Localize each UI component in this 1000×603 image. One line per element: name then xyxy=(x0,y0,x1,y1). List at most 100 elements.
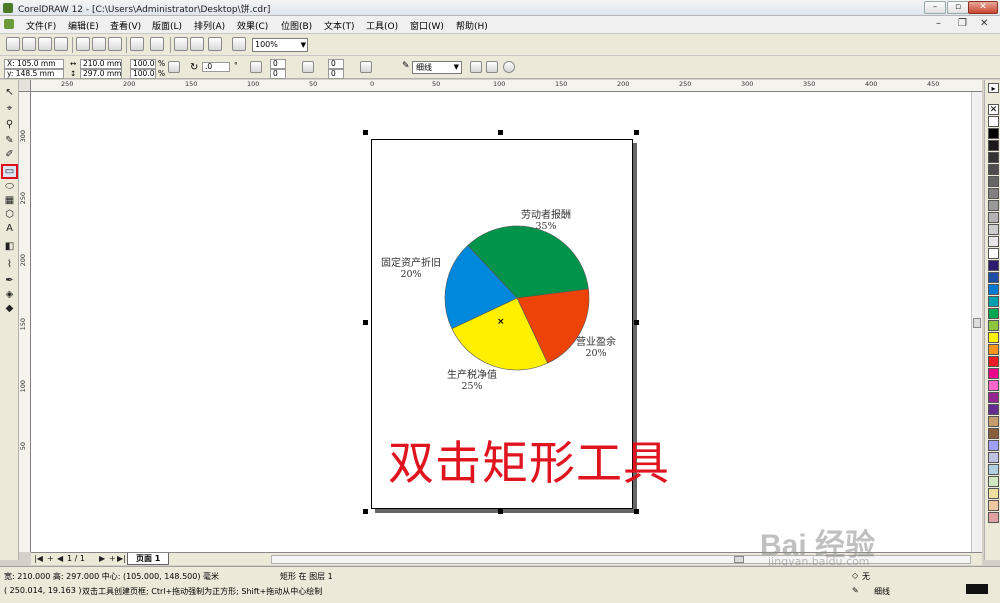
palette-swatch[interactable] xyxy=(988,464,999,475)
height-field[interactable]: 297.0 mm xyxy=(80,69,122,79)
selection-handle[interactable] xyxy=(634,509,639,514)
rectangle-tool-icon[interactable]: ▭ xyxy=(1,164,18,179)
copy-icon[interactable] xyxy=(92,37,106,51)
interactive-blend-tool-icon[interactable]: ◧ xyxy=(2,240,17,254)
corel-online-icon[interactable] xyxy=(232,37,246,51)
convert-to-curves-icon[interactable] xyxy=(503,61,515,73)
menu-help[interactable]: 帮助(H) xyxy=(456,19,488,32)
import-icon[interactable] xyxy=(174,37,188,51)
add-page-before-icon[interactable]: + xyxy=(47,554,54,563)
palette-swatch[interactable] xyxy=(988,320,999,331)
menu-file[interactable]: 文件(F) xyxy=(26,19,56,32)
page-tab[interactable]: 页面 1 xyxy=(127,553,170,565)
corner-radius-3[interactable]: 0 xyxy=(328,59,344,69)
close-button[interactable]: ✕ xyxy=(968,1,998,14)
add-page-after-icon[interactable]: + xyxy=(109,554,116,563)
basic-shapes-tool-icon[interactable]: ⬡ xyxy=(2,208,17,222)
print-icon[interactable] xyxy=(54,37,68,51)
text-tool-icon[interactable]: A xyxy=(2,222,17,236)
scale-x-field[interactable]: 100.0 xyxy=(130,59,156,69)
selection-handle[interactable] xyxy=(634,130,639,135)
no-fill-swatch[interactable]: ✕ xyxy=(988,104,999,115)
palette-swatch[interactable] xyxy=(988,248,999,259)
mirror-horizontal-icon[interactable] xyxy=(250,61,262,73)
application-launcher-icon[interactable] xyxy=(208,37,222,51)
palette-swatch[interactable] xyxy=(988,188,999,199)
palette-swatch[interactable] xyxy=(988,128,999,139)
palette-swatch[interactable] xyxy=(988,272,999,283)
palette-swatch[interactable] xyxy=(988,368,999,379)
rotation-field[interactable]: .0 xyxy=(202,62,230,72)
doc-close-icon[interactable]: ✕ xyxy=(980,18,988,29)
corner-radius-1[interactable]: 0 xyxy=(270,59,286,69)
last-page-icon[interactable]: ▶| xyxy=(117,554,126,563)
palette-swatch[interactable] xyxy=(988,164,999,175)
first-page-icon[interactable]: |◀ xyxy=(34,554,43,563)
palette-swatch[interactable] xyxy=(988,404,999,415)
round-corners-lock-icon[interactable] xyxy=(302,61,314,73)
freehand-tool-icon[interactable]: ✎ xyxy=(2,134,17,148)
vertical-ruler[interactable]: 300 250 200 150 100 50 xyxy=(19,92,31,552)
cut-icon[interactable] xyxy=(76,37,90,51)
minimize-button[interactable]: – xyxy=(924,1,946,14)
palette-swatch[interactable] xyxy=(988,476,999,487)
palette-swatch[interactable] xyxy=(988,284,999,295)
palette-swatch[interactable] xyxy=(988,224,999,235)
new-file-icon[interactable] xyxy=(6,37,20,51)
palette-swatch[interactable] xyxy=(988,416,999,427)
palette-swatch[interactable] xyxy=(988,392,999,403)
doc-minimize-icon[interactable]: – xyxy=(936,18,941,29)
palette-swatch[interactable] xyxy=(988,344,999,355)
maximize-button[interactable]: ▫ xyxy=(947,1,969,14)
menu-view[interactable]: 查看(V) xyxy=(110,19,141,32)
vertical-scrollbar[interactable] xyxy=(971,92,982,552)
scale-y-field[interactable]: 100.0 xyxy=(130,69,156,79)
fill-tool-icon[interactable]: ◈ xyxy=(2,288,17,302)
menu-layout[interactable]: 版面(L) xyxy=(152,19,182,32)
document-icon[interactable] xyxy=(4,19,14,29)
menu-arrange[interactable]: 排列(A) xyxy=(194,19,225,32)
selection-handle[interactable] xyxy=(498,509,503,514)
horizontal-ruler[interactable]: 250 200 150 100 50 0 50 100 150 200 250 300 350 400 45… xyxy=(19,80,982,92)
selection-handle[interactable] xyxy=(363,320,368,325)
horizontal-scroll-thumb[interactable] xyxy=(734,556,744,563)
paste-icon[interactable] xyxy=(108,37,122,51)
redo-icon[interactable] xyxy=(150,37,164,51)
width-field[interactable]: 210.0 mm xyxy=(80,59,122,69)
palette-swatch[interactable] xyxy=(988,488,999,499)
open-file-icon[interactable] xyxy=(22,37,36,51)
to-back-icon[interactable] xyxy=(486,61,498,73)
eyedropper-tool-icon[interactable]: ⌇ xyxy=(2,258,17,272)
palette-swatch[interactable] xyxy=(988,356,999,367)
palette-menu-icon[interactable]: ▸ xyxy=(988,83,999,93)
pick-tool-icon[interactable]: ↖ xyxy=(2,86,17,100)
menu-edit[interactable]: 编辑(E) xyxy=(68,19,99,32)
ellipse-tool-icon[interactable]: ⬭ xyxy=(2,180,17,194)
x-position-field[interactable]: X: 105.0 mm xyxy=(4,59,64,69)
selection-handle[interactable] xyxy=(363,509,368,514)
corner-radius-4[interactable]: 0 xyxy=(328,69,344,79)
palette-swatch[interactable] xyxy=(988,200,999,211)
menu-window[interactable]: 窗口(W) xyxy=(410,19,444,32)
selection-handle[interactable] xyxy=(498,130,503,135)
menu-text[interactable]: 文本(T) xyxy=(324,19,355,32)
vertical-scroll-thumb[interactable] xyxy=(973,318,981,328)
palette-swatch[interactable] xyxy=(988,296,999,307)
y-position-field[interactable]: y: 148.5 mm xyxy=(4,69,64,79)
selection-handle[interactable] xyxy=(634,320,639,325)
palette-swatch[interactable] xyxy=(988,440,999,451)
zoom-select[interactable]: 100% ▼ xyxy=(252,38,308,52)
ruler-origin[interactable] xyxy=(19,80,31,92)
shape-tool-icon[interactable]: ⌖ xyxy=(2,102,17,116)
palette-swatch[interactable] xyxy=(988,380,999,391)
palette-swatch[interactable] xyxy=(988,512,999,523)
drawing-canvas[interactable]: 劳动者报酬 35% 营业盈余 20% 生产税净值 25% 固定资产折旧 20% … xyxy=(31,92,982,552)
palette-swatch[interactable] xyxy=(988,308,999,319)
menu-tools[interactable]: 工具(O) xyxy=(366,19,398,32)
menu-bitmaps[interactable]: 位图(B) xyxy=(281,19,312,32)
outline-tool-icon[interactable]: ✒ xyxy=(2,274,17,288)
palette-swatch[interactable] xyxy=(988,140,999,151)
save-icon[interactable] xyxy=(38,37,52,51)
graph-paper-tool-icon[interactable]: ▦ xyxy=(2,194,17,208)
palette-swatch[interactable] xyxy=(988,428,999,439)
